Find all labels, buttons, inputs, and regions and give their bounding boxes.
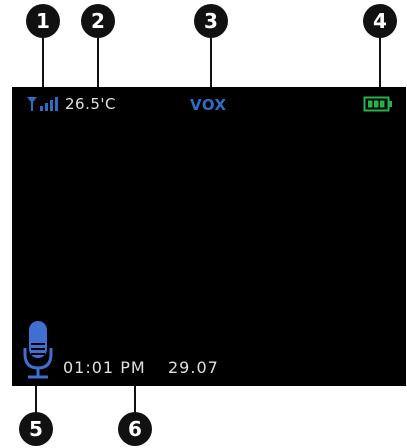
callout-3-leader <box>210 36 212 88</box>
callout-5: 5 <box>19 412 53 446</box>
temperature-readout: 26.5'C <box>65 95 116 113</box>
callout-1: 1 <box>26 4 60 38</box>
battery-full-icon <box>363 96 393 112</box>
callout-2: 2 <box>81 4 115 38</box>
clock-time: 01:01 PM <box>63 358 146 377</box>
microphone-icon <box>22 320 54 382</box>
clock-date: 29.07 <box>168 358 219 377</box>
callout-6: 6 <box>118 412 152 446</box>
callout-1-leader <box>42 36 44 88</box>
callout-3: 3 <box>194 4 228 38</box>
callout-4: 4 <box>363 4 397 38</box>
vox-mode-indicator: VOX <box>190 96 227 114</box>
callout-4-leader <box>379 36 381 88</box>
device-screen: 26.5'C VOX 01:01 PM 29.07 <box>12 87 406 386</box>
callout-2-leader <box>97 36 99 88</box>
signal-antenna-icon <box>26 96 62 112</box>
